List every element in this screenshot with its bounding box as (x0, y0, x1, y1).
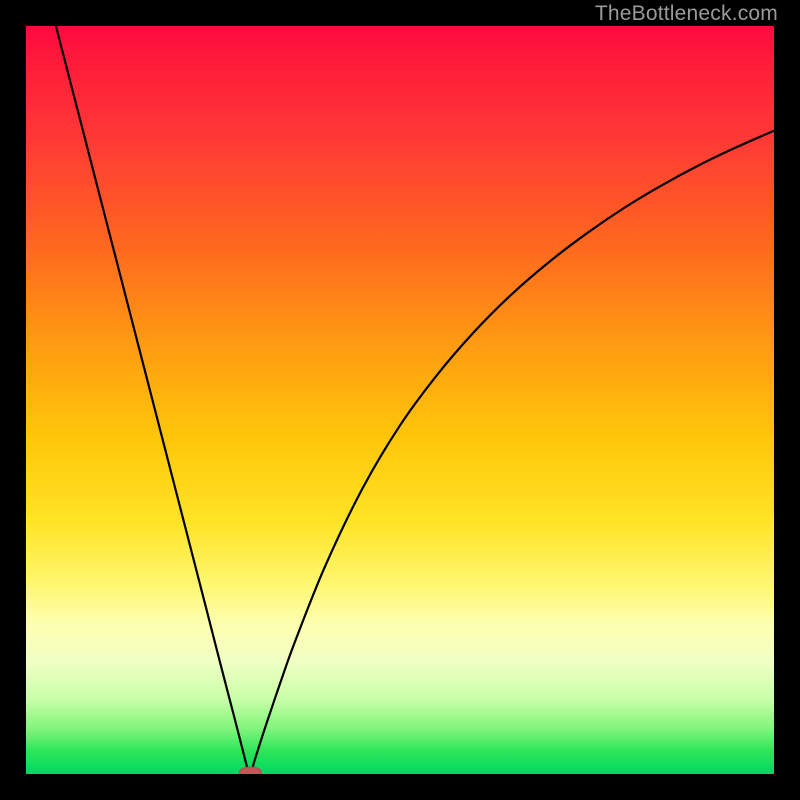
plot-area (26, 26, 774, 774)
chart-frame: TheBottleneck.com (0, 0, 800, 800)
bottleneck-curve (56, 26, 774, 774)
curve-svg (26, 26, 774, 774)
minimum-marker (239, 767, 261, 774)
watermark-text: TheBottleneck.com (595, 2, 778, 26)
